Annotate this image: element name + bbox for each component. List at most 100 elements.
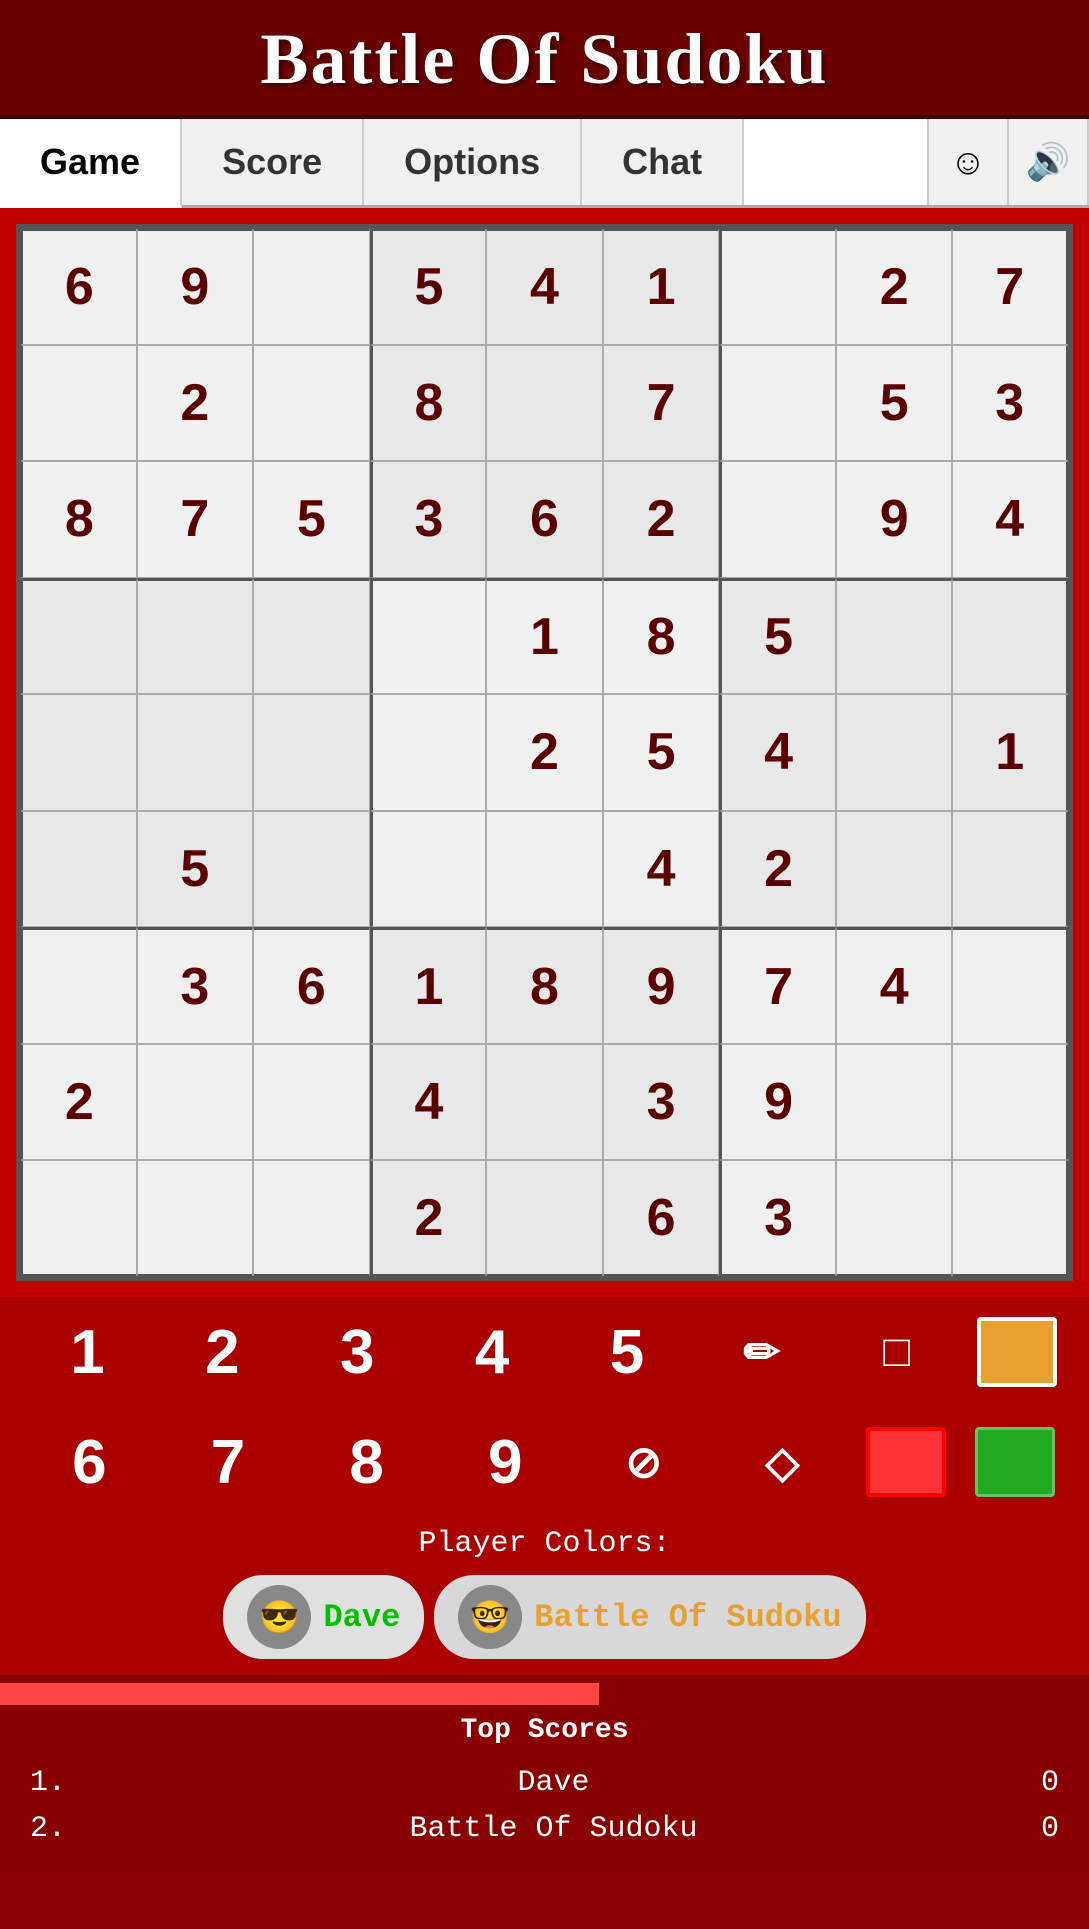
sudoku-cell[interactable]: 1 <box>952 694 1069 811</box>
sudoku-cell[interactable]: 1 <box>370 927 487 1044</box>
sudoku-cell[interactable] <box>486 1160 603 1277</box>
sudoku-cell[interactable]: 8 <box>20 461 137 578</box>
sudoku-cell[interactable] <box>836 1044 953 1161</box>
sudoku-cell[interactable] <box>952 1160 1069 1277</box>
sudoku-cell[interactable] <box>486 345 603 462</box>
sound-button[interactable]: 🔊 <box>1009 119 1089 205</box>
sudoku-cell[interactable]: 7 <box>952 228 1069 345</box>
sudoku-cell[interactable]: 9 <box>137 228 254 345</box>
sudoku-cell[interactable]: 8 <box>603 578 720 695</box>
sudoku-cell[interactable] <box>137 694 254 811</box>
sudoku-cell[interactable] <box>836 578 953 695</box>
sudoku-cell[interactable]: 5 <box>719 578 836 695</box>
erase-tool[interactable]: ⊘ <box>589 1417 699 1507</box>
sudoku-cell[interactable]: 3 <box>370 461 487 578</box>
color-orange[interactable] <box>977 1317 1057 1387</box>
sudoku-cell[interactable]: 5 <box>137 811 254 928</box>
num-btn-6[interactable]: 6 <box>34 1417 144 1507</box>
sudoku-cell[interactable]: 9 <box>719 1044 836 1161</box>
color-green[interactable] <box>975 1427 1055 1497</box>
sudoku-cell[interactable] <box>137 578 254 695</box>
sudoku-cell[interactable] <box>20 1160 137 1277</box>
sudoku-cell[interactable]: 7 <box>603 345 720 462</box>
tab-chat[interactable]: Chat <box>582 119 744 205</box>
sudoku-cell[interactable]: 4 <box>952 461 1069 578</box>
num-btn-5[interactable]: 5 <box>572 1307 682 1397</box>
color-black[interactable] <box>866 1427 946 1497</box>
sudoku-cell[interactable]: 1 <box>486 578 603 695</box>
sudoku-cell[interactable] <box>253 1044 370 1161</box>
num-btn-7[interactable]: 7 <box>173 1417 283 1507</box>
sudoku-cell[interactable] <box>253 694 370 811</box>
sudoku-cell[interactable]: 3 <box>719 1160 836 1277</box>
sudoku-cell[interactable]: 4 <box>486 228 603 345</box>
sudoku-cell[interactable] <box>836 1160 953 1277</box>
sudoku-cell[interactable]: 2 <box>719 811 836 928</box>
sudoku-cell[interactable]: 5 <box>603 694 720 811</box>
sudoku-cell[interactable]: 6 <box>253 927 370 1044</box>
sudoku-cell[interactable]: 6 <box>603 1160 720 1277</box>
sudoku-cell[interactable]: 8 <box>486 927 603 1044</box>
tab-score[interactable]: Score <box>182 119 364 205</box>
sudoku-cell[interactable]: 4 <box>719 694 836 811</box>
sudoku-cell[interactable]: 1 <box>603 228 720 345</box>
sudoku-cell[interactable]: 8 <box>370 345 487 462</box>
sudoku-cell[interactable]: 2 <box>370 1160 487 1277</box>
sudoku-cell[interactable] <box>952 927 1069 1044</box>
sudoku-cell[interactable] <box>952 578 1069 695</box>
sudoku-cell[interactable] <box>370 578 487 695</box>
sudoku-cell[interactable] <box>836 694 953 811</box>
sudoku-cell[interactable] <box>370 811 487 928</box>
sudoku-cell[interactable]: 9 <box>603 927 720 1044</box>
sudoku-cell[interactable] <box>719 461 836 578</box>
pencil-tool[interactable]: ✏ <box>707 1307 817 1397</box>
sudoku-cell[interactable] <box>20 927 137 1044</box>
tab-game[interactable]: Game <box>0 119 182 208</box>
sudoku-cell[interactable] <box>20 345 137 462</box>
num-btn-3[interactable]: 3 <box>302 1307 412 1397</box>
fill-tool[interactable]: ◇ <box>727 1417 837 1507</box>
num-btn-2[interactable]: 2 <box>167 1307 277 1397</box>
sudoku-cell[interactable]: 5 <box>370 228 487 345</box>
sudoku-cell[interactable]: 7 <box>137 461 254 578</box>
sudoku-cell[interactable]: 4 <box>603 811 720 928</box>
sudoku-cell[interactable]: 6 <box>20 228 137 345</box>
sudoku-cell[interactable] <box>253 228 370 345</box>
num-btn-8[interactable]: 8 <box>312 1417 422 1507</box>
sudoku-cell[interactable] <box>20 694 137 811</box>
square-tool[interactable]: □ <box>842 1307 952 1397</box>
num-btn-1[interactable]: 1 <box>32 1307 142 1397</box>
sudoku-cell[interactable]: 2 <box>137 345 254 462</box>
sudoku-cell[interactable] <box>20 578 137 695</box>
sudoku-cell[interactable]: 3 <box>952 345 1069 462</box>
sudoku-cell[interactable]: 5 <box>253 461 370 578</box>
sudoku-cell[interactable]: 2 <box>603 461 720 578</box>
sudoku-cell[interactable] <box>486 811 603 928</box>
num-btn-9[interactable]: 9 <box>450 1417 560 1507</box>
num-btn-4[interactable]: 4 <box>437 1307 547 1397</box>
sudoku-cell[interactable] <box>253 578 370 695</box>
sudoku-cell[interactable] <box>20 811 137 928</box>
sudoku-cell[interactable]: 2 <box>20 1044 137 1161</box>
sudoku-cell[interactable]: 9 <box>836 461 953 578</box>
sudoku-cell[interactable]: 5 <box>836 345 953 462</box>
sudoku-cell[interactable] <box>370 694 487 811</box>
sudoku-cell[interactable] <box>253 1160 370 1277</box>
sudoku-cell[interactable] <box>719 345 836 462</box>
sudoku-cell[interactable]: 6 <box>486 461 603 578</box>
sudoku-cell[interactable] <box>253 345 370 462</box>
sudoku-cell[interactable] <box>836 811 953 928</box>
sudoku-cell[interactable]: 2 <box>836 228 953 345</box>
sudoku-cell[interactable]: 4 <box>370 1044 487 1161</box>
sudoku-cell[interactable] <box>719 228 836 345</box>
sudoku-cell[interactable]: 4 <box>836 927 953 1044</box>
sudoku-cell[interactable]: 7 <box>719 927 836 1044</box>
tab-options[interactable]: Options <box>364 119 582 205</box>
sudoku-cell[interactable] <box>137 1160 254 1277</box>
sudoku-cell[interactable] <box>952 1044 1069 1161</box>
sudoku-cell[interactable]: 3 <box>603 1044 720 1161</box>
sudoku-cell[interactable] <box>253 811 370 928</box>
sudoku-cell[interactable]: 3 <box>137 927 254 1044</box>
emoji-button[interactable]: ☺ <box>929 119 1009 205</box>
sudoku-cell[interactable] <box>952 811 1069 928</box>
